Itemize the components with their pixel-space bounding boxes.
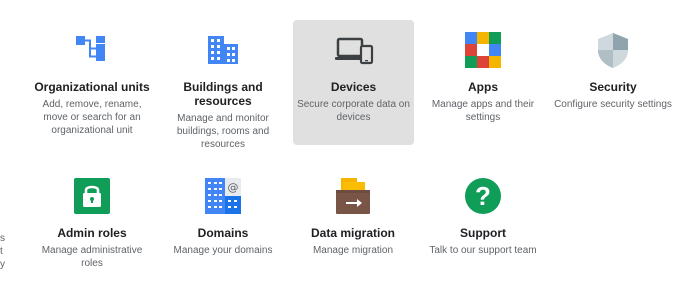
card-description: Manage apps and their settings — [431, 99, 535, 123]
card-description: Manage your domains — [173, 245, 273, 256]
card-description: Talk to our support team — [429, 245, 537, 256]
card-title: Security — [589, 80, 637, 94]
devices-icon — [334, 30, 374, 70]
svg-text:@: @ — [228, 181, 239, 194]
card-description: Manage migration — [312, 245, 394, 256]
card-organizational-units[interactable]: Organizational units Add, remove, rename… — [32, 20, 152, 144]
card-devices[interactable]: Devices Secure corporate data on devices — [293, 20, 414, 145]
card-description: Configure security settings — [554, 99, 672, 110]
apps-icon — [463, 30, 503, 70]
support-help-icon: ? — [463, 176, 503, 216]
admin-roles-lock-icon — [72, 176, 112, 216]
data-migration-icon — [333, 176, 373, 216]
security-shield-icon — [593, 30, 633, 70]
buildings-icon — [203, 30, 243, 70]
card-title: Domains — [197, 226, 249, 240]
card-apps[interactable]: Apps Manage apps and their settings — [423, 20, 543, 144]
card-data-migration[interactable]: Data migration Manage migration — [293, 166, 413, 280]
card-title: Buildings and resources — [183, 80, 263, 108]
card-title: Apps — [468, 80, 498, 94]
card-description: Add, remove, rename, move or search for … — [42, 99, 142, 136]
org-units-icon — [72, 30, 112, 70]
card-domains[interactable]: @ Domains Manage your domains — [163, 166, 283, 280]
card-admin-roles[interactable]: Admin roles Manage administrative roles — [32, 166, 152, 280]
card-title: Data migration — [310, 226, 395, 240]
clipped-left-card-text: s t y — [0, 233, 5, 270]
card-support[interactable]: ? Support Talk to our support team — [423, 166, 543, 280]
card-title: Support — [460, 226, 506, 240]
card-description: Manage administrative roles — [41, 245, 143, 269]
svg-text:?: ? — [475, 181, 491, 211]
domains-icon: @ — [203, 176, 243, 216]
card-buildings-and-resources[interactable]: Buildings and resources Manage and monit… — [163, 20, 283, 154]
card-security[interactable]: Security Configure security settings — [553, 20, 673, 144]
card-description: Manage and monitor buildings, rooms and … — [176, 113, 270, 150]
card-description: Secure corporate data on devices — [297, 99, 410, 123]
card-title: Devices — [330, 80, 377, 94]
card-title: Admin roles — [57, 226, 127, 240]
card-title: Organizational units — [34, 80, 150, 94]
